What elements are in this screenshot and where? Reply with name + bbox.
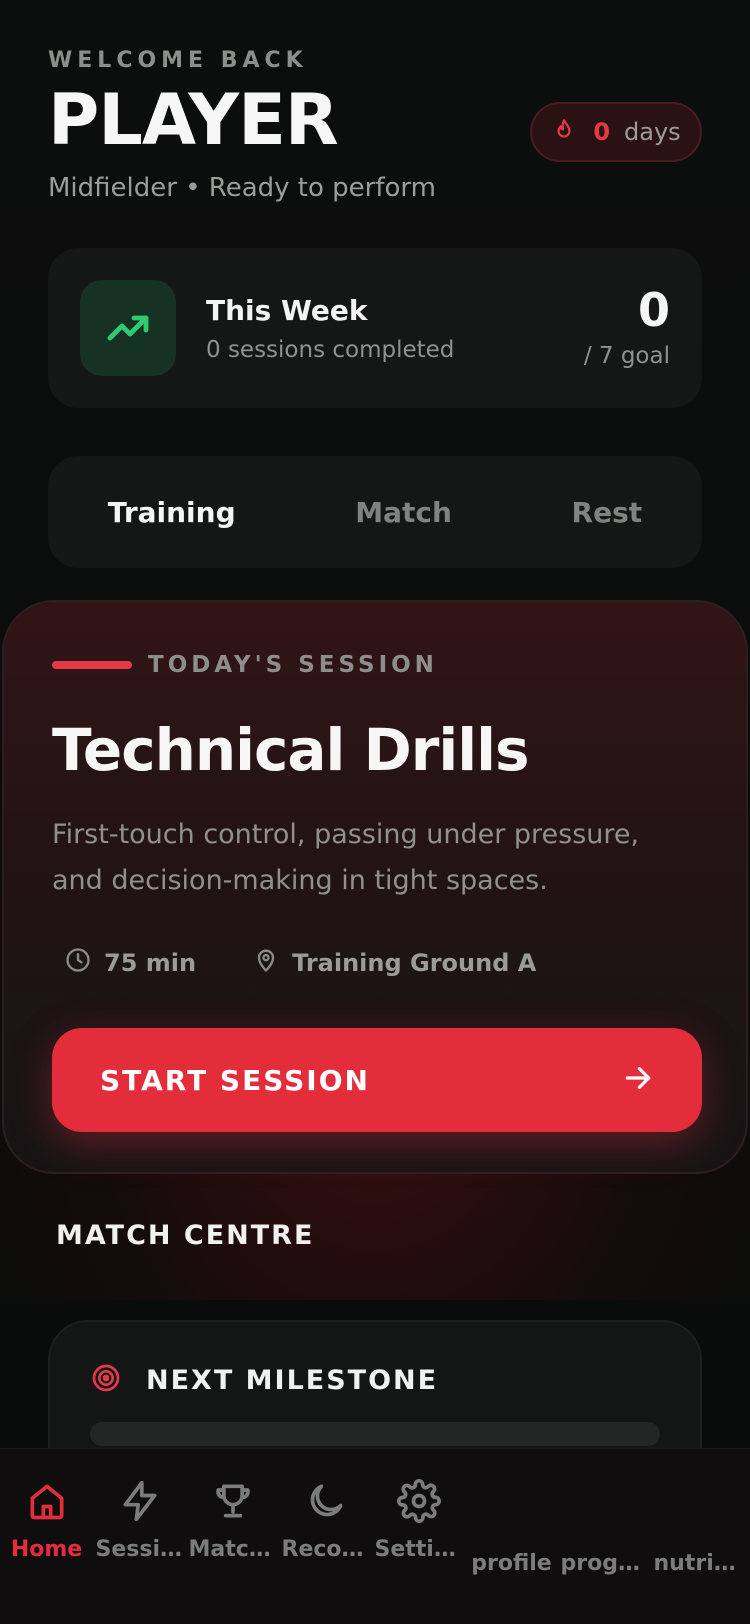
day-type-tabs: Training Match Rest: [48, 456, 702, 568]
trending-up-icon: [80, 280, 176, 376]
week-count: 0: [637, 283, 670, 337]
duration-label: 75 min: [104, 949, 197, 977]
nav-sessions-label: Sessions: [95, 1537, 184, 1562]
streak-unit: days: [624, 118, 681, 146]
nav-matches-label: Matches: [188, 1537, 277, 1562]
nav-recovery-label: Recovery: [281, 1537, 370, 1562]
session-duration: 75 min: [52, 946, 196, 980]
session-description: First-touch control, passing under press…: [52, 819, 640, 896]
week-sessions: 0 sessions completed: [206, 336, 455, 363]
start-session-button[interactable]: START SESSION: [52, 1028, 702, 1132]
nav-sessions[interactable]: Sessions: [93, 1479, 186, 1562]
lightning-icon: [118, 1479, 162, 1523]
flame-icon: [551, 117, 577, 147]
nav-progress-label: progress: [560, 1551, 649, 1576]
nav-nutrition-label: nutrition: [653, 1551, 742, 1576]
nav-profile-label: profile: [471, 1551, 552, 1576]
streak-badge[interactable]: 0 days: [530, 102, 702, 162]
target-icon: [90, 1362, 122, 1398]
session-location: Training Ground A: [240, 946, 536, 980]
bottom-nav: Home Sessions Matches: [0, 1448, 750, 1624]
start-session-label: START SESSION: [100, 1063, 370, 1097]
week-goal: / 7 goal: [583, 343, 670, 369]
trophy-icon: [211, 1479, 255, 1523]
tab-rest[interactable]: Rest: [552, 486, 663, 539]
session-title: Technical Drills: [52, 716, 530, 784]
session-tag: TODAY'S SESSION: [148, 652, 438, 678]
nav-settings-label: Settings: [374, 1537, 463, 1562]
home-screen: WELCOME BACK PLAYER Midfielder • Ready t…: [0, 0, 750, 1624]
match-centre-title: MATCH CENTRE: [56, 1220, 315, 1251]
tab-training[interactable]: Training: [88, 486, 256, 539]
nav-profile[interactable]: profile: [465, 1479, 558, 1576]
session-tag-bar: [52, 661, 132, 669]
week-title: This Week: [206, 293, 368, 327]
nav-nutrition[interactable]: nutrition: [651, 1479, 744, 1576]
milestone-progress-track: [90, 1422, 660, 1446]
nav-recovery[interactable]: Recovery: [279, 1479, 372, 1562]
arrow-right-icon: [622, 1062, 654, 1098]
location-label: Training Ground A: [292, 949, 537, 977]
streak-count: 0: [593, 118, 611, 146]
milestone-label: NEXT MILESTONE: [146, 1364, 439, 1396]
nav-home-label: Home: [10, 1537, 83, 1562]
nav-matches[interactable]: Matches: [186, 1479, 279, 1562]
tab-match[interactable]: Match: [335, 486, 472, 539]
gear-icon: [396, 1479, 441, 1523]
home-icon: [25, 1479, 69, 1523]
today-session-card: TODAY'S SESSION Technical Drills First-t…: [2, 600, 748, 1174]
welcome-eyebrow: WELCOME BACK: [48, 48, 308, 73]
nav-home[interactable]: Home: [0, 1479, 93, 1562]
moon-icon: [304, 1479, 348, 1523]
header: WELCOME BACK PLAYER Midfielder • Ready t…: [48, 48, 702, 203]
player-subtitle: Midfielder • Ready to perform: [48, 173, 436, 203]
map-pin-icon: [252, 946, 280, 980]
nav-settings[interactable]: Settings: [372, 1479, 465, 1562]
clock-icon: [64, 946, 92, 980]
nav-progress[interactable]: progress: [558, 1479, 651, 1576]
weekly-progress-card[interactable]: This Week 0 sessions completed 0 / 7 goa…: [48, 248, 702, 408]
